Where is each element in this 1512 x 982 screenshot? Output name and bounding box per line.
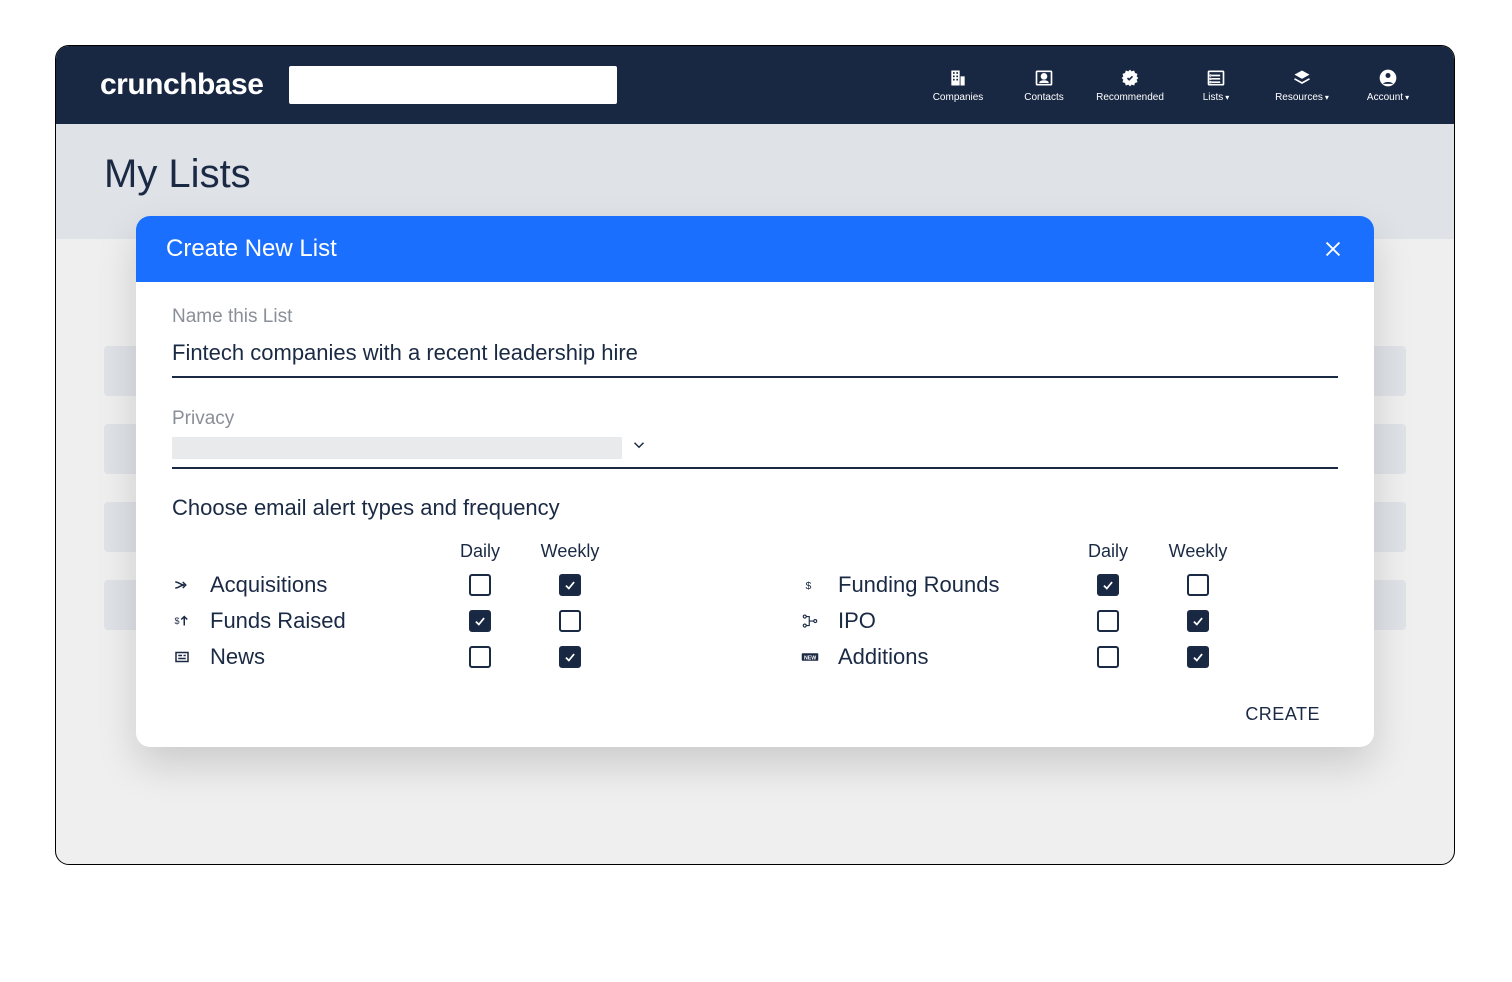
- layers-icon: [1292, 68, 1312, 88]
- chevron-down-icon: ▾: [1405, 93, 1409, 102]
- alert-label: IPO: [838, 608, 1058, 634]
- alerts-col-right: Daily Weekly $ Funding Rounds IPO: [800, 541, 1338, 680]
- create-list-modal: Create New List Name this List Privacy C…: [136, 216, 1374, 747]
- nav-account[interactable]: Account▾: [1350, 68, 1426, 103]
- alert-row-ipo: IPO: [800, 608, 1338, 634]
- badge-check-icon: [1120, 68, 1140, 88]
- freq-header-weekly: Weekly: [1158, 541, 1238, 562]
- checkbox-ipo-weekly[interactable]: [1187, 610, 1209, 632]
- alert-label: Funding Rounds: [838, 572, 1058, 598]
- modal-body: Name this List Privacy Choose email aler…: [136, 282, 1374, 698]
- alert-label: Funds Raised: [210, 608, 430, 634]
- nav-recommended[interactable]: Recommended: [1092, 68, 1168, 103]
- checkbox-additions-weekly[interactable]: [1187, 646, 1209, 668]
- app-shell: crunchbase Companies Contacts: [55, 45, 1455, 865]
- building-icon: [948, 68, 968, 88]
- nav-label: Companies: [933, 92, 984, 103]
- alert-row-news: News: [172, 644, 710, 670]
- alert-row-funding-rounds: $ Funding Rounds: [800, 572, 1338, 598]
- alert-row-funds-raised: $ Funds Raised: [172, 608, 710, 634]
- create-button[interactable]: CREATE: [1245, 704, 1320, 725]
- checkbox-funding-rounds-daily[interactable]: [1097, 574, 1119, 596]
- news-icon: [172, 647, 192, 667]
- privacy-field-label: Privacy: [172, 408, 1338, 430]
- freq-header-weekly: Weekly: [530, 541, 610, 562]
- checkbox-news-daily[interactable]: [469, 646, 491, 668]
- alert-label: Acquisitions: [210, 572, 430, 598]
- checkbox-acquisitions-weekly[interactable]: [559, 574, 581, 596]
- brand-logo: crunchbase: [100, 68, 263, 102]
- alert-row-acquisitions: Acquisitions: [172, 572, 710, 598]
- org-chart-icon: [800, 611, 820, 631]
- checkbox-acquisitions-daily[interactable]: [469, 574, 491, 596]
- list-icon: [1206, 68, 1226, 88]
- search-input[interactable]: [289, 66, 617, 104]
- privacy-value-placeholder: [172, 437, 622, 459]
- search-field-wrap[interactable]: [289, 66, 617, 104]
- merge-icon: [172, 575, 192, 595]
- chevron-down-icon: [630, 436, 648, 459]
- nav-right: Companies Contacts Recommended: [920, 68, 1426, 103]
- alerts-col-left: Daily Weekly Acquisitions $ Funds Raised: [172, 541, 710, 680]
- nav-label: Recommended: [1096, 92, 1164, 103]
- freq-header-daily: Daily: [440, 541, 520, 562]
- alert-label: Additions: [838, 644, 1058, 670]
- modal-header: Create New List: [136, 216, 1374, 282]
- checkbox-funds-raised-daily[interactable]: [469, 610, 491, 632]
- top-nav: crunchbase Companies Contacts: [56, 46, 1454, 124]
- checkbox-ipo-daily[interactable]: [1097, 610, 1119, 632]
- svg-text:$: $: [806, 580, 812, 592]
- name-field-label: Name this List: [172, 306, 1338, 328]
- alerts-grid: Daily Weekly Acquisitions $ Funds Raised: [172, 541, 1338, 680]
- chevron-down-icon: ▾: [1225, 93, 1229, 102]
- nav-label: Account: [1367, 92, 1403, 103]
- nav-resources[interactable]: Resources▾: [1264, 68, 1340, 103]
- checkbox-news-weekly[interactable]: [559, 646, 581, 668]
- new-badge-icon: NEW: [800, 647, 820, 667]
- page-title: My Lists: [104, 152, 1406, 197]
- alert-row-additions: NEW Additions: [800, 644, 1338, 670]
- user-circle-icon: [1378, 68, 1398, 88]
- nav-label: Resources: [1275, 92, 1323, 103]
- nav-label: Contacts: [1024, 92, 1063, 103]
- freq-header-daily: Daily: [1068, 541, 1148, 562]
- checkbox-additions-daily[interactable]: [1097, 646, 1119, 668]
- nav-lists[interactable]: Lists▾: [1178, 68, 1254, 103]
- chevron-down-icon: ▾: [1325, 93, 1329, 102]
- checkbox-funding-rounds-weekly[interactable]: [1187, 574, 1209, 596]
- modal-footer: CREATE: [136, 698, 1374, 747]
- alert-label: News: [210, 644, 430, 670]
- close-icon: [1322, 238, 1344, 260]
- svg-text:$: $: [175, 616, 180, 626]
- dollar-icon: $: [800, 575, 820, 595]
- list-name-input[interactable]: [172, 334, 1338, 378]
- dollar-up-icon: $: [172, 611, 192, 631]
- nav-contacts[interactable]: Contacts: [1006, 68, 1082, 103]
- privacy-select[interactable]: [172, 436, 1338, 469]
- close-button[interactable]: [1322, 238, 1344, 260]
- svg-text:NEW: NEW: [804, 655, 816, 661]
- nav-companies[interactable]: Companies: [920, 68, 996, 103]
- modal-title: Create New List: [166, 235, 337, 263]
- checkbox-funds-raised-weekly[interactable]: [559, 610, 581, 632]
- contact-card-icon: [1034, 68, 1054, 88]
- nav-label: Lists: [1203, 92, 1224, 103]
- alerts-heading: Choose email alert types and frequency: [172, 495, 1338, 521]
